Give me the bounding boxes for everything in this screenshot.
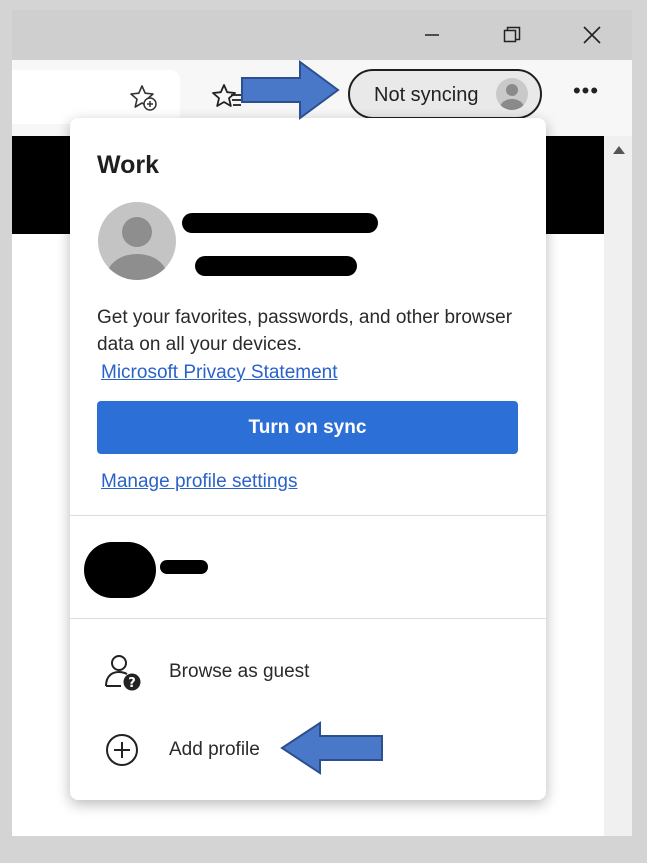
close-button[interactable] <box>552 10 632 60</box>
avatar-icon <box>496 78 528 110</box>
turn-on-sync-button[interactable]: Turn on sync <box>97 401 518 454</box>
more-options-button[interactable]: ••• <box>568 76 604 112</box>
annotation-arrow-left-icon <box>280 721 383 775</box>
title-bar <box>12 10 632 60</box>
profile-name-heading: Work <box>97 151 160 179</box>
profile-flyout: Work Get your favorites, passwords, and … <box>70 118 546 800</box>
svg-text:?: ? <box>128 676 136 691</box>
close-icon <box>583 26 601 44</box>
profile-sync-button[interactable]: Not syncing <box>348 69 542 119</box>
profile-avatar <box>98 202 176 280</box>
sync-description: Get your favorites, passwords, and other… <box>97 307 513 355</box>
minimize-button[interactable] <box>392 10 472 60</box>
sync-status-label: Not syncing <box>374 84 479 106</box>
redacted-account-name <box>182 213 378 233</box>
add-profile-label: Add profile <box>169 739 260 760</box>
plus-circle-icon <box>104 732 140 768</box>
person-icon <box>107 217 167 280</box>
redacted-account-email <box>195 256 357 276</box>
divider <box>70 515 546 516</box>
manage-profile-settings-link[interactable]: Manage profile settings <box>101 471 297 493</box>
address-bar[interactable] <box>12 70 180 124</box>
restore-icon <box>503 26 521 43</box>
redacted-profile-name <box>160 560 208 574</box>
other-profile-item[interactable] <box>70 536 546 598</box>
guest-icon: ? <box>104 654 141 691</box>
minimize-icon <box>425 34 439 36</box>
scrollbar[interactable] <box>604 136 632 836</box>
restore-button[interactable] <box>472 10 552 60</box>
browse-as-guest-item[interactable]: ? Browse as guest <box>70 640 546 702</box>
more-icon: ••• <box>572 78 600 103</box>
scroll-up-icon[interactable] <box>613 146 625 154</box>
divider <box>70 618 546 619</box>
favorites-add-icon[interactable] <box>128 82 160 114</box>
browse-as-guest-label: Browse as guest <box>169 661 310 682</box>
redacted-profile-avatar <box>84 542 156 598</box>
privacy-statement-link[interactable]: Microsoft Privacy Statement <box>101 362 338 384</box>
annotation-arrow-right-icon <box>241 60 340 120</box>
